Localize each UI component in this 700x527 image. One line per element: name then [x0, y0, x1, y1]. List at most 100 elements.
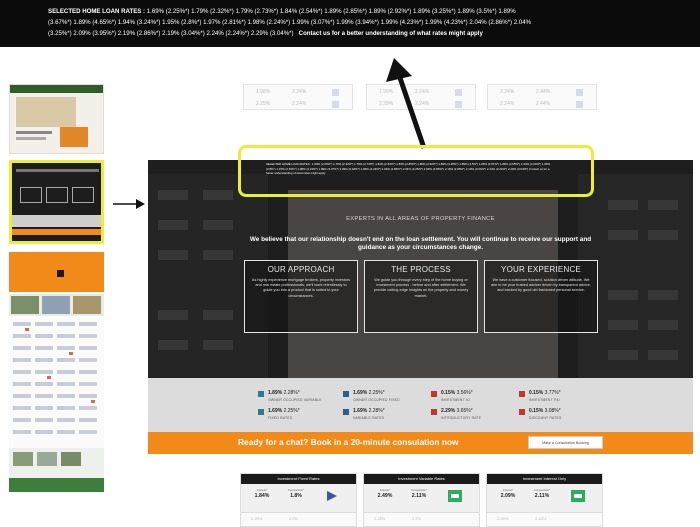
- highlight-box: [238, 145, 594, 197]
- rate-label: INVESTMENT P&I: [529, 398, 560, 402]
- rate-item[interactable]: 0.15% 3.08%* DISCOUNT RATES: [519, 408, 619, 428]
- rate-value: 0.15%: [441, 390, 456, 396]
- comparison-rate: 2.11%: [534, 493, 550, 499]
- widget-title: Investment Fixed Rates: [241, 474, 356, 484]
- col-label: Interest*: [379, 488, 391, 492]
- bank-logo-icon: [448, 490, 462, 502]
- rate-item[interactable]: 0.15% 3.77%* INVESTMENT P&I: [519, 390, 619, 410]
- faded-rate: 1.98%: [256, 89, 271, 95]
- consultation-cta-bar: Ready for a chat? Book in a 20-minute co…: [148, 432, 693, 454]
- row-rate: 2.2%: [412, 516, 422, 521]
- book-consultation-button[interactable]: Make a Consultation Booking: [528, 436, 603, 449]
- card-body: As highly experience mortgage brokers, p…: [251, 278, 351, 298]
- rate-icon: [431, 391, 437, 397]
- banner-label: SELECTED HOME LOAN RATES :: [48, 8, 146, 15]
- rate-icon: [343, 409, 349, 415]
- rate-label: OWNER OCCUPIED FIXED: [353, 398, 400, 402]
- comparison-rate: 2.25%*: [283, 408, 300, 414]
- rate-item[interactable]: 2.29% 3.65%* INTRODUCTORY RATE: [431, 408, 531, 428]
- rate-widget: Investment Variable Rates Interest* Comp…: [363, 473, 480, 527]
- faded-logo-icon: [576, 101, 583, 108]
- rate-label: INTRODUCTORY RATE: [441, 416, 482, 420]
- rate-value: 2.29%: [441, 408, 456, 414]
- widget-row: 2.09% 2.44%: [487, 512, 602, 526]
- faded-logo-icon: [455, 89, 462, 96]
- faded-rate: 2.44%: [536, 101, 551, 107]
- rate-value: 1.69%: [268, 408, 283, 414]
- page-thumbnail-selected[interactable]: [9, 160, 104, 244]
- col-label: Comparison*: [410, 488, 428, 492]
- page-thumbnail[interactable]: [9, 252, 104, 292]
- col-label: Comparison*: [287, 488, 305, 492]
- rate-label: OWNER OCCUPIED VARIABLE: [268, 398, 322, 402]
- col-label: Interest*: [256, 488, 268, 492]
- comparison-rate: 1.8%: [290, 493, 302, 499]
- hero-kicker: EXPERTS IN ALL AREAS OF PROPERTY FINANCE: [346, 216, 495, 222]
- rate-widget: Investment Fixed Rates Interest* Compari…: [240, 473, 357, 527]
- widget-title: Investment Interest Only: [487, 474, 602, 484]
- comparison-rate: 3.56%*: [456, 390, 473, 396]
- callout-arrow-icon: [386, 58, 427, 149]
- page-thumbnail[interactable]: [9, 84, 104, 154]
- rate-icon: [343, 391, 349, 397]
- row-rate: 2.25%: [374, 516, 386, 521]
- card-heading: OUR APPROACH: [267, 265, 335, 274]
- banner-line-1: 1.69% (2.25%*) 1.79% (2.32%*) 1.79% (2.7…: [146, 8, 516, 15]
- faded-rate: 2.25%: [256, 101, 271, 107]
- thumbnail-grid: [13, 322, 97, 434]
- card-your-experience: YOUR EXPERIENCE We have a customer focus…: [484, 260, 598, 333]
- page-thumbnail[interactable]: [9, 448, 104, 492]
- faded-rate: 2.24%: [292, 101, 307, 107]
- faded-rate: 2.44%: [536, 89, 551, 95]
- widget-title: Investment Variable Rates: [364, 474, 479, 484]
- rate-icon: [258, 409, 264, 415]
- page-thumbnail[interactable]: [9, 318, 104, 448]
- comparison-rate: 3.65%*: [456, 408, 473, 414]
- faded-rate: 2.24%: [500, 101, 515, 107]
- faded-rate: 2.24%: [292, 89, 307, 95]
- rate-item[interactable]: 1.69% 2.25%* OWNER OCCUPIED FIXED: [343, 390, 443, 410]
- comparison-rate: 2.11%: [411, 493, 427, 499]
- rate-icon: [431, 409, 437, 415]
- rate-value: 1.69%: [353, 390, 368, 396]
- rate-value: 1.89%: [268, 390, 283, 396]
- pointer-arrow-icon: [113, 199, 145, 209]
- rates-strip: 1.89% 2.28%* OWNER OCCUPIED VARIABLE 1.6…: [148, 378, 693, 432]
- play-logo-icon: [327, 491, 337, 501]
- interest-rate: 2.09%: [500, 493, 516, 499]
- row-rate: 2.44%: [535, 516, 547, 521]
- rate-icon: [258, 391, 264, 397]
- bank-logo-icon: [571, 490, 585, 502]
- comparison-rate: 3.77%*: [544, 390, 561, 396]
- faded-logo-icon: [576, 89, 583, 96]
- interest-rate: 1.84%: [254, 493, 270, 499]
- banner-line-3: (3.25%*) 2.09% (3.95%*) 2.19% (2.86%*) 2…: [48, 30, 294, 37]
- website-preview: SELECTED HOME LOAN RATES : 1.69% (2.25%*…: [148, 160, 693, 527]
- rate-icon: [519, 409, 525, 415]
- rate-value: 0.15%: [529, 390, 544, 396]
- comparison-rate: 2.28%*: [283, 390, 300, 396]
- rate-item[interactable]: 1.69% 2.28%* VARIABLE RATES: [343, 408, 443, 428]
- row-rate: 2.2%: [289, 516, 299, 521]
- card-heading: THE PROCESS: [391, 265, 451, 274]
- card-heading: YOUR EXPERIENCE: [501, 265, 581, 274]
- row-rate: 2.25%: [251, 516, 263, 521]
- page-thumbnail[interactable]: [9, 294, 104, 316]
- rate-label: DISCOUNT RATES: [529, 416, 562, 420]
- comparison-rate: 3.08%*: [544, 408, 561, 414]
- rate-item[interactable]: 0.15% 3.56%* INVESTMENT IO: [431, 390, 531, 410]
- rate-value: 1.69%: [353, 408, 368, 414]
- row-rate: 2.09%: [497, 516, 509, 521]
- comparison-rate: 2.25%*: [368, 390, 385, 396]
- rate-label: VARIABLE RATES: [353, 416, 385, 420]
- faded-logo-icon: [332, 101, 339, 108]
- banner-contact-link[interactable]: Contact us for a better understanding of…: [299, 30, 483, 37]
- rate-label: INVESTMENT IO: [441, 398, 470, 402]
- faded-logo-icon: [332, 89, 339, 96]
- widget-row: 2.25% 2.2%: [364, 512, 479, 526]
- faded-rate: 2.24%: [500, 89, 515, 95]
- rate-value: 0.15%: [529, 408, 544, 414]
- card-body: We have a customer focused, solution dri…: [491, 278, 591, 293]
- cta-text: Ready for a chat? Book in a 20-minute co…: [238, 437, 459, 447]
- banner-line-2: (3.67%*) 1.89% (4.65%*) 1.94% (3.24%*) 1…: [48, 19, 532, 26]
